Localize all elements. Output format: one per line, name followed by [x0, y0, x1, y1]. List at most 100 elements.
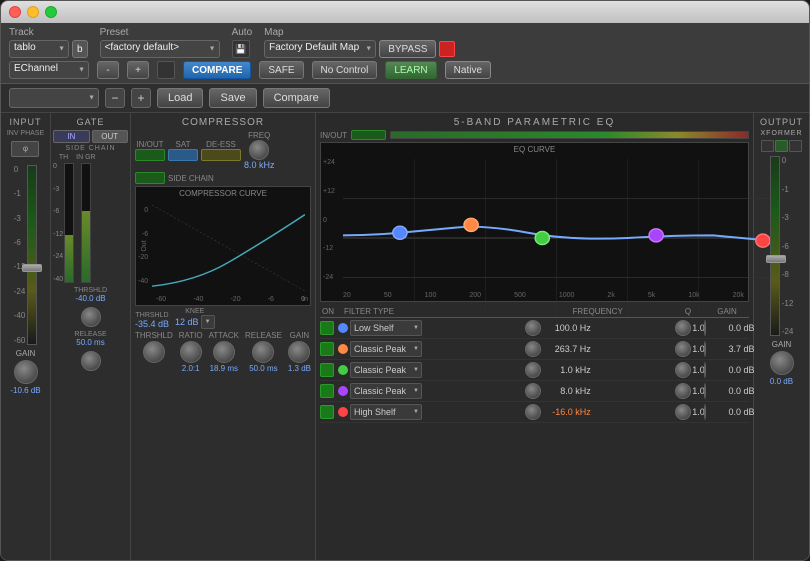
auto-save-icon[interactable]: 💾: [232, 40, 250, 58]
eq-band1-on[interactable]: [320, 321, 334, 335]
gate-release-knob[interactable]: [81, 351, 101, 371]
comp-release-knob[interactable]: [252, 341, 274, 363]
eq-band2-on[interactable]: [320, 342, 334, 356]
eq-band2-gain: 3.7 dB: [707, 344, 755, 354]
output-fader-thumb[interactable]: [766, 255, 786, 263]
eq-band4-freq-knob[interactable]: [525, 383, 541, 399]
eq-band5-freq-knob[interactable]: [525, 404, 541, 420]
xformer-btn2[interactable]: [775, 140, 788, 152]
comp-knee-dropdown[interactable]: ▼: [201, 315, 215, 329]
echannel-dropdown[interactable]: EChannel: [9, 61, 89, 79]
minus-button[interactable]: -: [97, 61, 119, 79]
eq-band2-freq-knob[interactable]: [525, 341, 541, 357]
input-mark-24: -24: [14, 287, 26, 296]
red-indicator[interactable]: [439, 41, 455, 57]
bypass-button[interactable]: BYPASS: [379, 40, 436, 58]
close-button[interactable]: [9, 6, 21, 18]
plus-button[interactable]: +: [127, 61, 149, 79]
eq-band5-q-knob[interactable]: [675, 404, 691, 420]
comp-attack-knob[interactable]: [213, 341, 235, 363]
safe-button[interactable]: SAFE: [259, 61, 303, 79]
compare-button[interactable]: COMPARE: [183, 61, 251, 79]
maximize-button[interactable]: [45, 6, 57, 18]
eq-band-5: High Shelf -16.0 kHz 1.0 0.0 dB: [320, 402, 749, 423]
xformer-btn1[interactable]: [761, 140, 774, 152]
minimize-button[interactable]: [27, 6, 39, 18]
output-mark-8: -8: [782, 270, 794, 279]
eq-band5-type[interactable]: High Shelf: [350, 404, 422, 420]
compressor-section: COMPRESSOR IN/OUT SAT DE-ESS: [131, 113, 316, 561]
map-dropdown[interactable]: Factory Default Map: [264, 40, 376, 58]
eq-curve-label: EQ CURVE: [321, 143, 748, 154]
eq-band1-type[interactable]: Low Shelf: [350, 320, 422, 336]
comp-deess-btn[interactable]: [201, 149, 241, 161]
gate-section: GATE IN OUT SIDE CHAIN TH 0 -3 -6: [51, 113, 131, 561]
comp-sidechain-btn[interactable]: [135, 172, 165, 184]
save-button[interactable]: Save: [209, 88, 256, 108]
eq-curve-box: EQ CURVE +24 +12 0 -12 -24 20 50 100 200…: [320, 142, 749, 302]
load-button[interactable]: Load: [157, 88, 203, 108]
input-mark-1: -1: [14, 189, 26, 198]
eq-band3-gain-knob[interactable]: [704, 362, 706, 378]
comp-inout-btn[interactable]: [135, 149, 165, 161]
eq-band4-on[interactable]: [320, 384, 334, 398]
gate-ingr-meter: [81, 163, 91, 283]
preset-dropdown[interactable]: <factory default>: [100, 40, 220, 58]
input-fader-thumb[interactable]: [22, 264, 42, 272]
eq-band4-gain-knob[interactable]: [704, 383, 706, 399]
input-fader[interactable]: [27, 165, 37, 345]
eq-band4-q-knob[interactable]: [675, 383, 691, 399]
xformer-btn3[interactable]: [789, 140, 802, 152]
toolbar-dropdown[interactable]: [9, 88, 99, 108]
compressor-curve-title: COMPRESSOR CURVE: [136, 187, 310, 198]
eq-band-1: Low Shelf 100.0 Hz 1.0 0.0 dB: [320, 318, 749, 339]
eq-band2-type[interactable]: Classic Peak: [350, 341, 422, 357]
eq-band1-freq-knob[interactable]: [525, 320, 541, 336]
input-mark-6: -6: [14, 238, 26, 247]
eq-band1-q-knob[interactable]: [675, 320, 691, 336]
eq-band-2: Classic Peak 263.7 Hz 1.0 3.7 dB: [320, 339, 749, 360]
input-gain-knob[interactable]: [14, 360, 38, 384]
track-dropdown[interactable]: tablo: [9, 40, 69, 58]
eq-band3-type[interactable]: Classic Peak: [350, 362, 422, 378]
eq-band2-gain-knob[interactable]: [704, 341, 706, 357]
eq-band3-on[interactable]: [320, 363, 334, 377]
output-fader[interactable]: [770, 156, 780, 336]
comp-gain-knob[interactable]: [288, 341, 310, 363]
compare-icon[interactable]: [157, 61, 175, 79]
native-button[interactable]: Native: [445, 61, 491, 79]
eq-band1-dot: [338, 323, 348, 333]
eq-band5-gain-knob[interactable]: [704, 404, 706, 420]
comp-release-value: 50.0 ms: [249, 364, 277, 373]
gate-in-btn[interactable]: IN: [53, 130, 90, 143]
inv-phase-label: INV PHASE: [7, 130, 44, 138]
comp-freq-knob[interactable]: [249, 140, 269, 160]
comp-ratio-knob-group: RATIO 2.0:1: [179, 331, 203, 373]
gate-gain-knob[interactable]: [81, 307, 101, 327]
eq-inout-btn[interactable]: [351, 130, 386, 140]
comp-ratio-knob[interactable]: [180, 341, 202, 363]
eq-band1-gain: 0.0 dB: [707, 323, 755, 333]
output-gain-knob[interactable]: [770, 351, 794, 375]
map-section: Map Factory Default Map BYPASS: [264, 27, 455, 58]
eq-band5-dot: [338, 407, 348, 417]
gate-side-chain-label: SIDE CHAIN: [65, 145, 115, 152]
compressor-curve-box: COMPRESSOR CURVE 0 -6 -20 -40 Out -60 -4…: [135, 186, 311, 306]
eq-band3-q-knob[interactable]: [675, 362, 691, 378]
eq-band4-type[interactable]: Classic Peak: [350, 383, 422, 399]
eq-band5-on[interactable]: [320, 405, 334, 419]
gate-out-btn[interactable]: OUT: [92, 130, 129, 143]
eq-band1-gain-knob[interactable]: [704, 320, 706, 336]
toolbar-plus[interactable]: +: [131, 88, 151, 108]
toolbar-minus[interactable]: −: [105, 88, 125, 108]
no-control-button[interactable]: No Control: [312, 61, 378, 79]
inv-phase-button[interactable]: φ: [11, 141, 39, 157]
comp-thrshld-knob[interactable]: [143, 341, 165, 363]
eq-band3-freq-knob[interactable]: [525, 362, 541, 378]
toolbar-compare-button[interactable]: Compare: [263, 88, 330, 108]
comp-sat-btn[interactable]: [168, 149, 198, 161]
eq-band2-q-knob[interactable]: [675, 341, 691, 357]
learn-button[interactable]: LEARN: [385, 61, 436, 79]
output-mark-0: 0: [782, 156, 794, 165]
eq-band2-freq: 263.7 Hz: [543, 344, 591, 354]
